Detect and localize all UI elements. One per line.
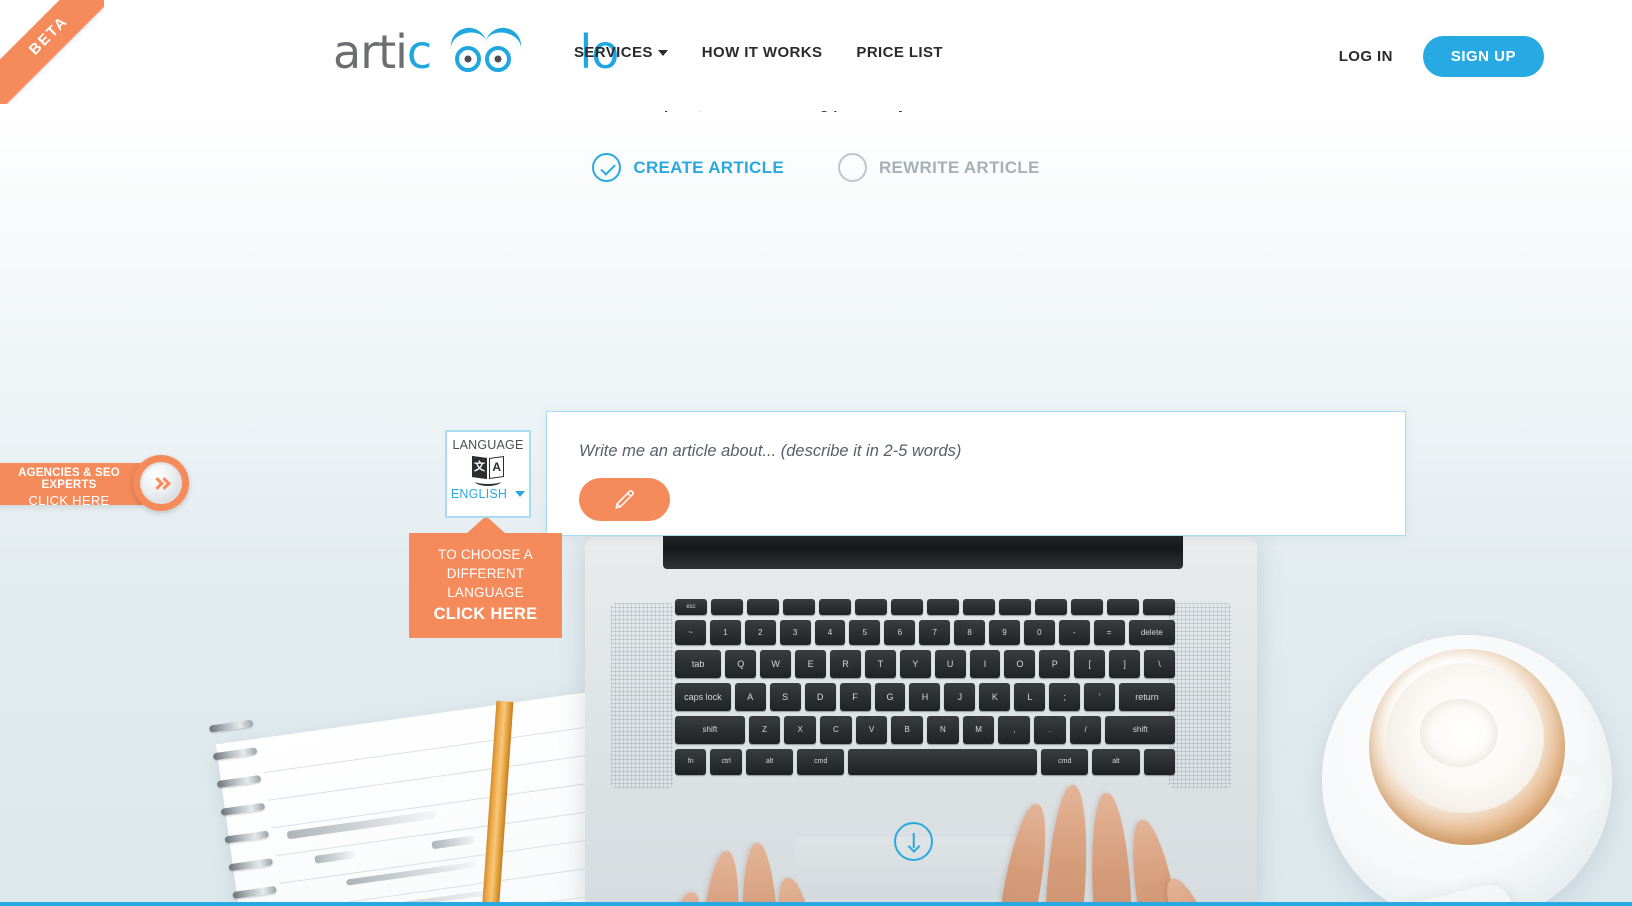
write-article-submit-button[interactable] [579, 478, 670, 521]
language-value-row[interactable]: ENGLISH [450, 487, 526, 501]
signup-button[interactable]: SIGN UP [1422, 36, 1544, 77]
beta-ribbon-label: BETA [25, 12, 72, 59]
nav-label-services: SERVICES [574, 44, 653, 61]
chevron-down-icon[interactable] [515, 491, 526, 497]
tooltip-cta: CLICK HERE [433, 605, 538, 623]
left-hand-photo [652, 829, 838, 906]
agency-promo-arrow-button[interactable] [133, 455, 189, 511]
right-hand-photo [993, 779, 1230, 906]
language-current-value: ENGLISH [450, 487, 508, 501]
agencies-seo-promo-banner[interactable]: AGENCIES & SEO EXPERTS CLICK HERE [0, 463, 143, 508]
login-link[interactable]: LOG IN [1339, 48, 1393, 65]
auth-actions: LOG IN SIGN UP [1339, 36, 1544, 77]
agency-promo-line2: CLICK HERE [28, 493, 110, 508]
translate-book-icon: 文A [471, 455, 505, 486]
logo-text-part2: c [406, 25, 432, 79]
bottom-accent-rule [0, 902, 1632, 906]
page-root: esc ~1 2 3 4567 890- = delete tab Q W E RTYU I… [0, 0, 1632, 906]
double-chevron-right-icon [140, 462, 182, 504]
mode-label-rewrite: REWRITE ARTICLE [878, 157, 1040, 177]
article-topic-input[interactable] [579, 438, 1369, 464]
agency-promo-line1: AGENCIES & SEO EXPERTS [18, 467, 120, 491]
hero-content-layer: Create unique textual content in a flash… [0, 0, 1632, 861]
chevron-down-icon [657, 50, 668, 57]
language-label: LANGUAGE [452, 438, 524, 452]
article-input-panel [546, 411, 1406, 536]
mode-label-create: CREATE ARTICLE [633, 157, 784, 177]
tooltip-arrow [465, 516, 506, 534]
main-navigation: SERVICES HOW IT WORKS PRICE LIST [574, 44, 943, 61]
mode-option-rewrite-article[interactable]: REWRITE ARTICLE [837, 153, 1040, 182]
beta-ribbon: BETA [0, 0, 104, 104]
mode-option-create-article[interactable]: CREATE ARTICLE [592, 153, 784, 182]
site-header: BETA articoolo SERVICES HOW IT WORKS PRI… [0, 0, 1632, 111]
language-selector[interactable]: LANGUAGE 文A ENGLISH [445, 430, 531, 518]
radio-unchecked-icon[interactable] [837, 153, 867, 182]
nav-item-how-it-works[interactable]: HOW IT WORKS [702, 44, 823, 61]
tooltip-line2: DIFFERENT LANGUAGE [446, 566, 525, 600]
mode-selector: CREATE ARTICLE REWRITE ARTICLE [0, 153, 1632, 182]
scroll-down-button[interactable] [894, 822, 933, 861]
pencil-icon [613, 488, 636, 511]
nav-item-services[interactable]: SERVICES [574, 44, 668, 61]
nav-item-price-list[interactable]: PRICE LIST [856, 44, 943, 61]
language-tooltip: TO CHOOSE A DIFFERENT LANGUAGE CLICK HER… [409, 516, 562, 638]
tooltip-line1: TO CHOOSE A [438, 547, 533, 562]
radio-checked-icon[interactable] [592, 153, 622, 182]
logo-text-part1: arti [333, 25, 408, 79]
eyes-book-icon [447, 24, 525, 76]
